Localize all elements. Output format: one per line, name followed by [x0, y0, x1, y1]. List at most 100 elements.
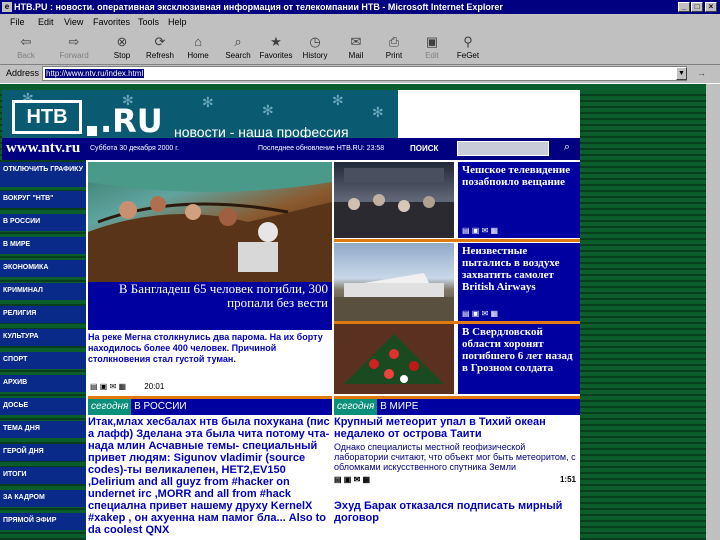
world-tools-icons[interactable]: ▤ ▣ ✉ ▦ [334, 475, 370, 484]
address-bar: Address http://www.ntv.ru/index.html ▼ → [0, 65, 720, 83]
section-russia-header: сегодня В РОССИИ [88, 399, 332, 415]
address-value: http://www.ntv.ru/index.html [45, 69, 145, 78]
side-story-3-photo[interactable] [334, 324, 454, 394]
back-button[interactable]: ⇦ Back [8, 33, 44, 63]
stop-icon: ⊗ [116, 34, 128, 49]
side-story-2-tools[interactable]: ▤ ▣ ✉ ▦ [462, 309, 498, 318]
ntv-logo[interactable]: НТВ [12, 100, 82, 134]
address-dropdown-button[interactable]: ▼ [676, 67, 687, 80]
world-time: 1:51 [559, 475, 576, 484]
mail-icon: ✉ [350, 34, 362, 49]
toolbar: ⇦ Back ⇨ Forward ⊗ Stop ⟳ Refresh ⌂ Home ⌕ Sea… [0, 31, 720, 65]
menu-bar: File Edit View Favorites Tools Help [0, 14, 720, 31]
boat-photo [88, 162, 332, 282]
current-date: Суббота 30 декабря 2000 г. [90, 145, 179, 152]
section-world-body: Крупный метеорит упал в Тихий океан неда… [334, 416, 580, 540]
section-world-title[interactable]: В МИРЕ [380, 401, 418, 412]
section-world-prefix: сегодня [334, 399, 378, 415]
side-story-2-title[interactable]: Неизвестные пытались в воздухе захватить… [462, 245, 578, 293]
refresh-button[interactable]: ⟳ Refresh [142, 33, 178, 63]
site-url[interactable]: www.ntv.ru [6, 140, 80, 157]
menu-favorites[interactable]: Favorites [93, 17, 130, 27]
ie-icon: e [2, 2, 12, 12]
world-tools: ▤ ▣ ✉ ▦ 1:51 [334, 474, 580, 486]
world-headline[interactable]: Крупный метеорит упал в Тихий океан неда… [334, 416, 580, 440]
section-world-header: сегодня В МИРЕ [334, 399, 580, 415]
nav-world[interactable]: В МИРЕ [0, 237, 86, 254]
search-button[interactable]: ⌕ Search [220, 33, 256, 63]
logo-dot [87, 126, 97, 136]
section-russia-title[interactable]: В РОССИИ [134, 401, 187, 412]
side-story-1-title[interactable]: Чешское телевидение позабпоило вещание [462, 164, 578, 188]
nav-archive[interactable]: АРХИВ [0, 375, 86, 392]
menu-edit[interactable]: Edit [38, 17, 54, 27]
main-headline[interactable]: В Бангладеш 65 человек погибли, 300 проп… [88, 282, 328, 310]
tools-icons[interactable]: ▤ ▣ ✉ ▦ [90, 382, 126, 391]
side-story-1[interactable]: Чешское телевидение позабпоило вещание ▤… [458, 162, 580, 238]
side-story-1-tools[interactable]: ▤ ▣ ✉ ▦ [462, 226, 498, 235]
minimize-button[interactable]: _ [678, 2, 690, 12]
print-button[interactable]: ⎙ Print [376, 33, 412, 63]
info-bar: www.ntv.ru Суббота 30 декабря 2000 г. По… [2, 138, 580, 160]
edit-button[interactable]: ▣ Edit [414, 33, 450, 63]
search-input[interactable] [457, 141, 549, 156]
back-arrow-icon: ⇦ [20, 34, 32, 49]
feget-button[interactable]: ⚲ FeGet [450, 33, 486, 63]
world-headline-2[interactable]: Эхуд Барак отказался подписать мирный до… [334, 500, 580, 524]
main-lead-text: На реке Мегна столкнулись два парома. На… [88, 332, 323, 364]
nav-economy[interactable]: ЭКОНОМИКА [0, 260, 86, 277]
menu-view[interactable]: View [64, 17, 83, 27]
feget-icon: ⚲ [463, 34, 473, 49]
snowflake-icon: ✻ [332, 92, 344, 108]
right-background [580, 84, 720, 540]
nav-dossier[interactable]: ДОСЬЕ [0, 398, 86, 415]
favorites-button[interactable]: ★ Favorites [258, 33, 294, 63]
site-header: ✻ ✻ ✻ ✻ ✻ ✻ НТВ .RU новости - наша профе… [2, 90, 398, 140]
history-button[interactable]: ◷ History [297, 33, 333, 63]
forward-button[interactable]: ⇨ Forward [56, 33, 92, 63]
nav-religion[interactable]: РЕЛИГИЯ [0, 306, 86, 323]
menu-help[interactable]: Help [168, 17, 187, 27]
window-titlebar: e НТВ.РU : новости. оперативная эксклюзи… [0, 0, 720, 14]
snowflake-icon: ✻ [202, 94, 214, 110]
address-input[interactable]: http://www.ntv.ru/index.html [42, 66, 687, 81]
nav-behind-scenes[interactable]: ЗА КАДРОМ [0, 490, 86, 507]
home-icon: ⌂ [194, 34, 202, 49]
menu-tools[interactable]: Tools [138, 17, 159, 27]
mail-button[interactable]: ✉ Mail [338, 33, 374, 63]
nav-culture[interactable]: КУЛЬТУРА [0, 329, 86, 346]
nav-criminal[interactable]: КРИМИНАЛ [0, 283, 86, 300]
nav-disable-graphics[interactable]: ОТКЛЮЧИТЬ ГРАФИКУ [0, 162, 86, 187]
nav-around-ntv[interactable]: ВОКРУГ "НТВ" [0, 191, 86, 208]
main-headline-box[interactable]: В Бангладеш 65 человек погибли, 300 проп… [88, 282, 332, 330]
edit-icon: ▣ [425, 34, 439, 49]
nav-hero-of-day[interactable]: ГЕРОЙ ДНЯ [0, 444, 86, 461]
side-story-3[interactable]: В Свердловской области хоронят погибшего… [458, 324, 580, 394]
go-icon[interactable]: → [697, 68, 706, 78]
main-story-photo[interactable] [88, 162, 332, 282]
magnifier-icon[interactable]: ⌕ [556, 141, 578, 157]
home-button[interactable]: ⌂ Home [180, 33, 216, 63]
nav-sport[interactable]: СПОРТ [0, 352, 86, 369]
nav-russia[interactable]: В РОССИИ [0, 214, 86, 231]
vertical-scrollbar[interactable] [706, 84, 720, 540]
main-story-time: 20:01 [144, 382, 165, 391]
close-button[interactable]: × [705, 2, 717, 12]
funeral-photo [344, 334, 444, 384]
side-story-1-photo[interactable] [334, 162, 454, 238]
menu-file[interactable]: File [10, 17, 25, 27]
last-updated: Последнее обновление НТВ.RU: 23:58 [258, 145, 385, 152]
nav-results[interactable]: ИТОГИ [0, 467, 86, 484]
print-icon: ⎙ [388, 34, 400, 49]
snowflake-icon: ✻ [372, 104, 384, 120]
side-story-2[interactable]: Неизвестные пытались в воздухе захватить… [458, 243, 580, 321]
nav-topic-of-day[interactable]: ТЕМА ДНЯ [0, 421, 86, 438]
nav-live[interactable]: ПРЯМОЙ ЭФИР [0, 513, 86, 530]
side-story-3-title[interactable]: В Свердловской области хоронят погибшего… [462, 326, 578, 374]
divider [334, 239, 580, 242]
maximize-button[interactable]: □ [691, 2, 703, 12]
side-story-2-photo[interactable] [334, 243, 454, 321]
chevron-down-icon: ▼ [678, 70, 685, 77]
airport-photo [334, 273, 454, 321]
stop-button[interactable]: ⊗ Stop [104, 33, 140, 63]
